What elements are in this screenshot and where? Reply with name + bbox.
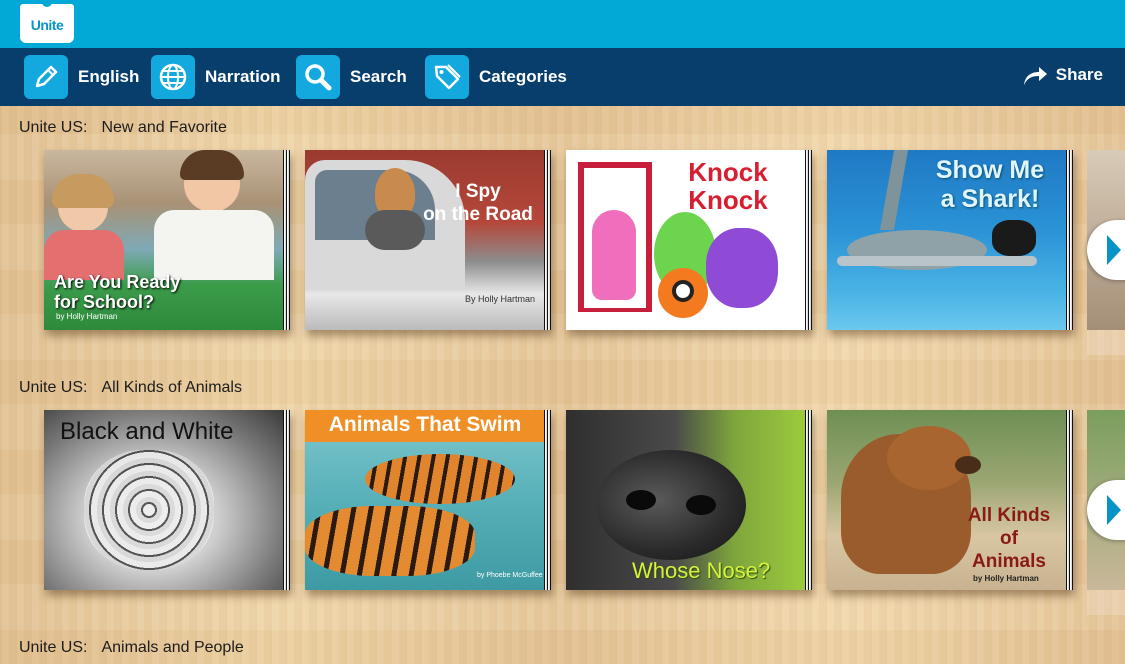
section-title-all-kinds-animals: Unite US: All Kinds of Animals bbox=[19, 379, 242, 397]
search-icon bbox=[296, 55, 340, 99]
nav-search[interactable]: Search bbox=[296, 55, 407, 99]
book-are-you-ready[interactable]: Are You Ready for School? by Holly Hartm… bbox=[44, 150, 290, 330]
book-title-line1: Animals That Swim bbox=[328, 413, 522, 436]
book-whose-nose[interactable]: Whose Nose? bbox=[566, 410, 812, 590]
book-animals-that-swim[interactable]: Animals That Swim by Phoebe McGuffee bbox=[305, 410, 551, 590]
book-title-line2: of bbox=[1000, 528, 1018, 549]
book-cover: Are You Ready for School? by Holly Hartm… bbox=[44, 150, 284, 330]
book-pages bbox=[283, 150, 290, 330]
section-name: All Kinds of Animals bbox=[101, 379, 242, 396]
book-cover: Knock Knock bbox=[566, 150, 806, 330]
section-prefix: Unite US: bbox=[19, 639, 88, 656]
book-author: by Holly Hartman bbox=[973, 574, 1039, 583]
book-title-line1: Knock bbox=[688, 157, 768, 187]
book-title-line1: I Spy bbox=[455, 181, 501, 202]
book-title-line2: on the Road bbox=[423, 204, 533, 225]
nav-narration[interactable]: Narration bbox=[151, 55, 281, 99]
book-title-line1: Show Me bbox=[935, 156, 1045, 184]
nav-bar: English Narration Search Categories Shar… bbox=[0, 48, 1125, 106]
book-cover: Whose Nose? bbox=[566, 410, 806, 590]
nav-categories-label: Categories bbox=[479, 67, 567, 86]
book-title-line2: a Shark! bbox=[940, 185, 1040, 213]
book-pages bbox=[805, 410, 812, 590]
book-cover: I Spy on the Road By Holly Hartman bbox=[305, 150, 545, 330]
book-row-all-kinds-animals: Black and White Animals That Swim by Pho… bbox=[44, 410, 1125, 615]
pencil-icon bbox=[24, 55, 68, 99]
globe-icon bbox=[151, 55, 195, 99]
book-cover: Black and White bbox=[44, 410, 284, 590]
book-author: by Holly Hartman bbox=[56, 312, 118, 321]
section-prefix: Unite US: bbox=[19, 119, 88, 136]
unite-logo[interactable]: Unite bbox=[20, 1, 74, 43]
nav-english-label: English bbox=[78, 67, 140, 86]
nav-search-label: Search bbox=[350, 67, 407, 86]
tag-icon bbox=[425, 55, 469, 99]
book-cover: All Kinds of Animals by Holly Hartman bbox=[827, 410, 1067, 590]
book-pages bbox=[544, 410, 551, 590]
book-author: by Phoebe McGuffee bbox=[477, 572, 543, 579]
book-show-me-a-shark[interactable]: Show Me a Shark! bbox=[827, 150, 1073, 330]
book-knock-knock[interactable]: Knock Knock bbox=[566, 150, 812, 330]
book-pages bbox=[805, 150, 812, 330]
section-title-animals-people: Unite US: Animals and People bbox=[19, 639, 244, 657]
logo-text: Unite bbox=[30, 17, 64, 33]
book-row-new-favorite: Are You Ready for School? by Holly Hartm… bbox=[44, 150, 1125, 355]
book-title-line1: Are You Ready bbox=[54, 272, 181, 292]
nav-english[interactable]: English bbox=[24, 55, 139, 99]
book-black-and-white[interactable]: Black and White bbox=[44, 410, 290, 590]
book-cover: Animals That Swim by Phoebe McGuffee bbox=[305, 410, 545, 590]
book-title-line1: All Kinds bbox=[967, 505, 1051, 526]
book-i-spy[interactable]: I Spy on the Road By Holly Hartman bbox=[305, 150, 551, 330]
section-title-new-favorite: Unite US: New and Favorite bbox=[19, 119, 227, 137]
section-prefix: Unite US: bbox=[19, 379, 88, 396]
section-name: New and Favorite bbox=[101, 119, 227, 136]
book-pages bbox=[544, 150, 551, 330]
book-title-line3: Animals bbox=[972, 551, 1046, 572]
share-label: Share bbox=[1055, 65, 1103, 84]
book-title-line2: for School? bbox=[54, 292, 154, 312]
book-pages bbox=[283, 410, 290, 590]
nav-narration-label: Narration bbox=[205, 67, 281, 86]
share-button[interactable]: Share bbox=[1022, 64, 1103, 86]
book-pages bbox=[1066, 410, 1073, 590]
chevron-right-icon bbox=[1107, 235, 1121, 265]
section-name: Animals and People bbox=[101, 639, 244, 656]
book-author: By Holly Hartman bbox=[465, 294, 536, 304]
book-title-line2: Knock bbox=[688, 185, 768, 215]
book-pages bbox=[1066, 150, 1073, 330]
nav-categories[interactable]: Categories bbox=[425, 55, 567, 99]
share-arrow-icon bbox=[1023, 67, 1047, 85]
top-bar: Unite bbox=[0, 0, 1125, 48]
book-cover: Show Me a Shark! bbox=[827, 150, 1067, 330]
book-title-line1: Whose Nose? bbox=[632, 558, 771, 583]
book-all-kinds-of-animals[interactable]: All Kinds of Animals by Holly Hartman bbox=[827, 410, 1073, 590]
book-title-line1: Black and White bbox=[60, 418, 234, 445]
chevron-right-icon bbox=[1107, 495, 1121, 525]
